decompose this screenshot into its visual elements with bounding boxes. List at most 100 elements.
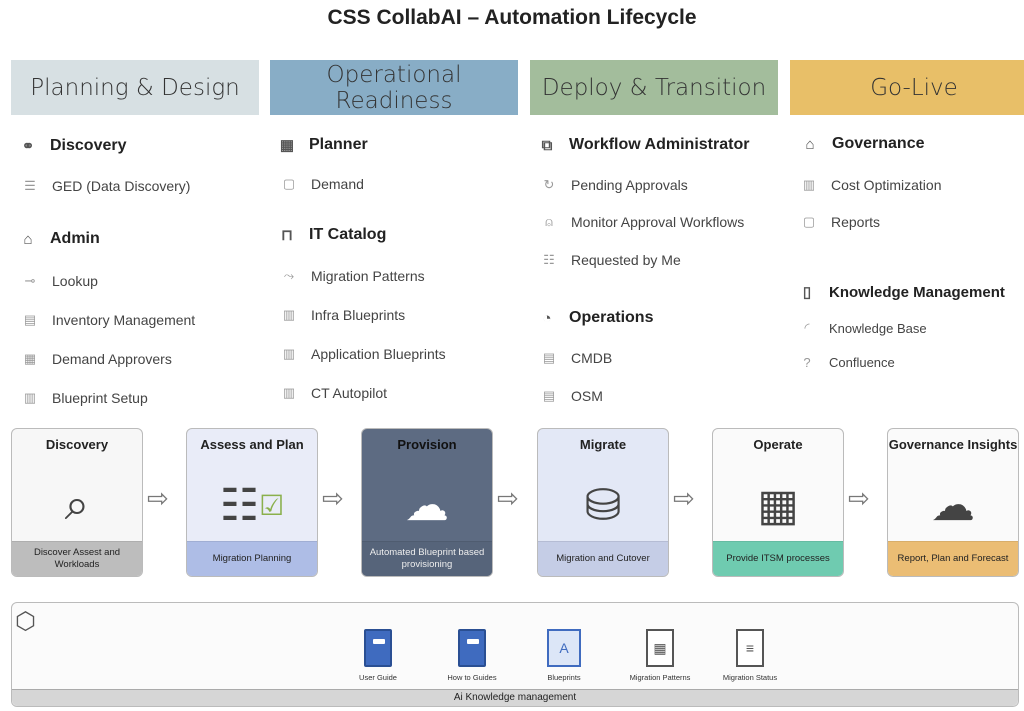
stage-footer: Migration Planning	[187, 541, 317, 576]
item-label: Blueprints	[547, 673, 581, 682]
database-checklist-icon: ☷ ☑	[219, 480, 285, 530]
section-discovery[interactable]: ⚭ Discovery	[18, 137, 127, 155]
phase-planning-design: Planning & Design	[11, 60, 259, 115]
stage-footer: Discover Assest and Workloads	[12, 541, 142, 576]
section-planner[interactable]: ▦ Planner	[277, 136, 368, 154]
stage-title: Assess and Plan	[200, 437, 304, 452]
graduation-cap-icon: ⌂	[805, 135, 815, 153]
graduation-cap-icon: ⌂	[23, 230, 33, 248]
cloud-gears-icon: ☁	[405, 480, 449, 530]
migration-icon: ⛁	[584, 480, 622, 530]
menu-item-application-blueprints[interactable]: ▥ Application Blueprints	[277, 346, 446, 362]
menu-item-reports[interactable]: ▢ Reports	[797, 214, 880, 230]
menu-item-ged[interactable]: ☰ GED (Data Discovery)	[18, 178, 190, 194]
section-governance[interactable]: ⌂ Governance	[800, 135, 924, 153]
dashboard-icon: ▦	[757, 480, 799, 530]
stage-footer: Automated Blueprint based provisioning	[362, 541, 492, 576]
phase-operational-readiness: Operational Readiness	[270, 60, 518, 115]
menu-item-lookup[interactable]: ⊸ Lookup	[18, 273, 98, 289]
section-admin[interactable]: ⌂ Admin	[18, 230, 99, 248]
binoculars-icon: ⚭	[21, 138, 35, 155]
item-label: Pending Approvals	[571, 177, 688, 193]
item-label: Infra Blueprints	[311, 307, 406, 323]
workflow-icon: ⧉	[541, 136, 553, 154]
menu-item-demand-approvers[interactable]: ▦ Demand Approvers	[18, 351, 172, 367]
item-label: OSM	[571, 388, 603, 404]
menu-item-migration-patterns[interactable]: ⤳ Migration Patterns	[277, 268, 425, 284]
menu-item-ct-autopilot[interactable]: ▥ CT Autopilot	[277, 385, 387, 401]
cloud-dollar-icon: ☁	[931, 480, 975, 530]
menu-item-osm[interactable]: ▤ OSM	[537, 388, 603, 404]
document-icon: ▤	[542, 350, 556, 365]
stage-migrate[interactable]: Migrate ⛁ Migration and Cutover	[537, 428, 669, 577]
stage-title: Discovery	[45, 437, 109, 452]
report-icon: ▢	[802, 214, 816, 229]
pattern-icon: ⤳	[283, 268, 295, 283]
arrow-right-icon: ⇨	[673, 483, 695, 513]
section-it-catalog[interactable]: ⊓ IT Catalog	[277, 226, 386, 244]
stage-footer: Report, Plan and Forecast	[888, 541, 1018, 576]
knowledge-item-blueprints[interactable]: A Blueprints	[524, 623, 604, 682]
stage-governance-insights[interactable]: Governance Insights ☁ Report, Plan and F…	[887, 428, 1019, 577]
map-icon: ▥	[23, 390, 37, 405]
stage-title: Governance Insights	[888, 437, 1018, 452]
section-label: Discovery	[50, 137, 127, 154]
signal-icon: ◜	[804, 320, 810, 335]
key-icon: ⊸	[24, 273, 36, 288]
page-title: CSS CollabAI – Automation Lifecycle	[327, 6, 697, 29]
section-label: Workflow Administrator	[569, 136, 750, 153]
menu-item-monitor-approval-workflows[interactable]: ⍝ Monitor Approval Workflows	[537, 214, 744, 230]
knowledge-item-migration-patterns[interactable]: ▦ Migration Patterns	[620, 623, 700, 682]
book-icon: ▯	[802, 284, 812, 301]
section-workflow-administrator[interactable]: ⧉ Workflow Administrator	[537, 136, 750, 154]
phase-deploy-transition: Deploy & Transition	[530, 60, 778, 115]
menu-item-pending-approvals[interactable]: ↻ Pending Approvals	[537, 177, 688, 193]
knowledge-item-user-guide[interactable]: User Guide	[338, 623, 418, 682]
menu-item-blueprint-setup[interactable]: ▥ Blueprint Setup	[18, 390, 148, 406]
stage-operate[interactable]: Operate ▦ Provide ITSM processes	[712, 428, 844, 577]
blueprint-icon: A	[547, 629, 581, 667]
item-label: GED (Data Discovery)	[52, 178, 191, 194]
message-icon: ▢	[282, 176, 296, 191]
refresh-icon: ↻	[543, 177, 555, 192]
stage-assess-plan[interactable]: Assess and Plan ☷ ☑ Migration Planning	[186, 428, 318, 577]
section-knowledge-management[interactable]: ▯ Knowledge Management	[797, 283, 1005, 302]
menu-item-knowledge-base[interactable]: ◜ Knowledge Base	[795, 320, 927, 336]
stage-discovery[interactable]: Discovery ⌕ Discover Assest and Workload…	[11, 428, 143, 577]
menu-item-infra-blueprints[interactable]: ▥ Infra Blueprints	[277, 307, 405, 323]
section-label: Planner	[309, 136, 368, 153]
knowledge-item-how-to-guides[interactable]: How to Guides	[432, 623, 512, 682]
phase-go-live: Go-Live	[790, 60, 1024, 115]
section-label: Governance	[832, 135, 925, 152]
menu-item-cost-optimization[interactable]: ▥ Cost Optimization	[797, 177, 942, 193]
item-label: Inventory Management	[52, 312, 196, 328]
item-label: Migration Patterns	[629, 673, 691, 682]
gauge-icon: ◔	[542, 309, 552, 327]
menu-item-cmdb[interactable]: ▤ CMDB	[537, 350, 612, 366]
stage-title: Migrate	[579, 437, 627, 452]
status-document-icon: ≡	[736, 629, 764, 667]
item-label: Blueprint Setup	[52, 390, 148, 406]
checklist-icon: ☷	[543, 252, 555, 267]
item-label: Application Blueprints	[311, 346, 446, 362]
bookmark-icon: ⊓	[281, 227, 293, 244]
item-label: How to Guides	[447, 673, 497, 682]
item-label: Demand	[311, 176, 364, 192]
arrow-right-icon: ⇨	[322, 483, 344, 513]
knowledge-item-migration-status[interactable]: ≡ Migration Status	[710, 623, 790, 682]
section-label: Knowledge Management	[829, 283, 1005, 301]
item-label: Requested by Me	[571, 252, 681, 268]
section-operations[interactable]: ◔ Operations	[537, 309, 653, 327]
menu-item-inventory[interactable]: ▤ Inventory Management	[18, 312, 195, 328]
document-search-icon: ▤	[542, 388, 556, 403]
help-icon: ?	[803, 355, 811, 370]
menu-item-demand[interactable]: ▢ Demand	[277, 176, 364, 192]
ai-knowledge-panel: ⬡ User Guide How to Guides A Blueprints ▦…	[11, 602, 1019, 707]
menu-item-requested-by-me[interactable]: ☷ Requested by Me	[537, 252, 681, 268]
stage-provision[interactable]: Provision ☁ Automated Blueprint based pr…	[361, 428, 493, 577]
map-icon: ▥	[282, 307, 296, 322]
menu-item-confluence[interactable]: ? Confluence	[795, 355, 894, 370]
item-label: Knowledge Base	[829, 320, 927, 336]
item-label: Cost Optimization	[831, 177, 942, 193]
item-label: User Guide	[359, 673, 397, 682]
